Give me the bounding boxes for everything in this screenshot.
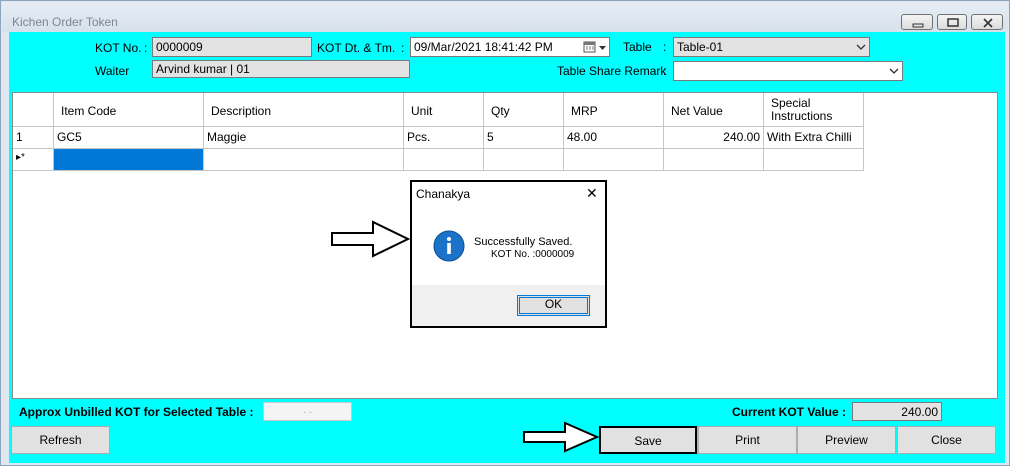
maximize-button[interactable] — [937, 14, 967, 30]
unbilled-kot-field: . . — [263, 402, 352, 421]
ok-button[interactable]: OK — [517, 295, 590, 316]
cell-special-instructions[interactable]: With Extra Chilli — [764, 127, 864, 149]
col-header-qty[interactable]: Qty — [484, 93, 564, 127]
kot-no-field[interactable]: 0000009 — [152, 37, 312, 57]
minimize-button[interactable] — [901, 14, 933, 30]
share-remark-select[interactable] — [673, 61, 903, 81]
dialog-detail: KOT No. :0000009 — [491, 249, 575, 260]
current-kot-label: Current KOT Value : — [732, 405, 847, 419]
cell-new-special-instructions[interactable] — [764, 149, 864, 171]
kot-datetime-picker[interactable]: 09/Mar/2021 18:41:42 PM — [410, 37, 610, 57]
table-colon: : — [663, 40, 667, 54]
table-select[interactable]: Table-01 — [673, 37, 870, 57]
cell-new-description[interactable] — [204, 149, 404, 171]
calendar-icon[interactable] — [583, 41, 609, 54]
refresh-button[interactable]: Refresh — [11, 426, 110, 454]
unbilled-kot-label: Approx Unbilled KOT for Selected Table : — [19, 405, 254, 419]
close-button[interactable]: Close — [897, 426, 996, 454]
share-remark-colon: : — [663, 64, 667, 78]
table-select-value: Table-01 — [677, 40, 724, 54]
col-header-special-instructions[interactable]: Special Instructions — [764, 93, 864, 127]
cell-description[interactable]: Maggie — [204, 127, 404, 149]
row-index[interactable]: 1 — [13, 127, 54, 149]
dialog-footer: OK — [412, 285, 605, 326]
arrow-pointer-icon — [523, 421, 600, 453]
print-button[interactable]: Print — [698, 426, 797, 454]
dialog-message: Successfully Saved. — [474, 236, 573, 248]
current-kot-value: 240.00 — [852, 402, 942, 421]
col-header-description[interactable]: Description — [204, 93, 404, 127]
kot-dt-colon: : — [401, 41, 405, 55]
cell-unit[interactable]: Pcs. — [404, 127, 484, 149]
info-icon — [433, 230, 465, 262]
message-dialog: Chanakya ✕ Successfully Saved. KOT No. :… — [410, 180, 607, 328]
preview-button[interactable]: Preview — [797, 426, 896, 454]
col-header-net-value[interactable]: Net Value — [664, 93, 764, 127]
kot-dt-label: KOT Dt. & Tm. — [317, 41, 396, 55]
cell-mrp[interactable]: 48.00 — [564, 127, 664, 149]
col-header-item-code[interactable]: Item Code — [54, 93, 204, 127]
chevron-down-icon — [889, 68, 899, 74]
grid-row-header-corner — [13, 93, 54, 127]
col-header-mrp[interactable]: MRP — [564, 93, 664, 127]
title-bar: Kichen Order Token — [2, 2, 1008, 32]
dialog-close-icon[interactable]: ✕ — [586, 185, 598, 202]
app-window: Kichen Order Token KOT No. : 0000009 KOT… — [0, 0, 1010, 466]
save-button[interactable]: Save — [599, 426, 697, 454]
minimize-icon — [912, 23, 924, 28]
table-label: Table — [623, 40, 652, 54]
waiter-field[interactable]: Arvind kumar | 01 — [152, 60, 410, 78]
window-close-button[interactable] — [971, 14, 1003, 30]
maximize-icon — [947, 18, 959, 27]
cell-new-item-code[interactable] — [54, 149, 204, 171]
window-title: Kichen Order Token — [12, 15, 118, 29]
arrow-pointer-icon — [331, 220, 411, 258]
cell-net-value[interactable]: 240.00 — [664, 127, 764, 149]
cell-item-code[interactable]: GC5 — [54, 127, 204, 149]
cell-qty[interactable]: 5 — [484, 127, 564, 149]
col-header-unit[interactable]: Unit — [404, 93, 484, 127]
cell-new-net-value[interactable] — [664, 149, 764, 171]
waiter-label: Waiter — [95, 64, 130, 78]
kot-no-label: KOT No. — [95, 41, 142, 55]
new-row-marker[interactable]: ▸* — [13, 149, 54, 171]
kot-no-colon: : — [144, 41, 148, 55]
chevron-down-icon — [856, 44, 866, 50]
kot-dt-value: 09/Mar/2021 18:41:42 PM — [414, 40, 553, 54]
dialog-title: Chanakya — [416, 187, 471, 201]
cell-new-qty[interactable] — [484, 149, 564, 171]
close-icon — [983, 18, 993, 28]
share-remark-label: Table Share Remark — [557, 64, 667, 78]
cell-new-mrp[interactable] — [564, 149, 664, 171]
cell-new-unit[interactable] — [404, 149, 484, 171]
